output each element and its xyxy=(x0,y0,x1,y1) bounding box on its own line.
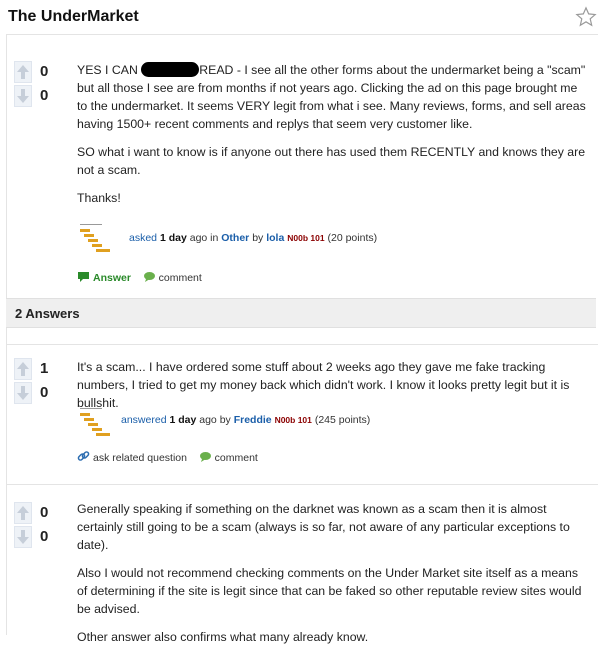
arrow-down-icon xyxy=(17,530,29,544)
comment-icon xyxy=(199,452,211,462)
meta-verb[interactable]: asked xyxy=(129,232,157,244)
redaction-mark xyxy=(141,62,200,77)
user-level-badge: N00b 101 xyxy=(274,415,312,425)
answer-body: Generally speaking if something on the d… xyxy=(77,500,591,656)
meta-user[interactable]: Freddie xyxy=(234,414,272,426)
page-title: The UnderMarket xyxy=(8,8,139,25)
answer-vote-box: 1 0 xyxy=(13,357,53,405)
answer-label: Answer xyxy=(93,272,131,284)
user-points: (20 points) xyxy=(327,232,378,244)
arrow-down-icon xyxy=(17,386,29,400)
comment-label: comment xyxy=(158,272,202,284)
answer-actions: ask related question comment xyxy=(77,450,258,464)
answer-paragraph: It's a scam... I have ordered some stuff… xyxy=(77,360,570,410)
upvote-count: 0 xyxy=(40,504,49,521)
question-paragraph: SO what i want to know is if anyone out … xyxy=(77,145,586,177)
ask-related-label: ask related question xyxy=(93,452,187,464)
answer-icon xyxy=(78,272,89,282)
answer-button[interactable]: Answer xyxy=(77,272,134,284)
vote-up-button[interactable] xyxy=(14,61,32,83)
answer-meta: answered 1 day ago by Freddie N00b 101 (… xyxy=(121,414,370,426)
arrow-down-icon xyxy=(17,89,29,103)
downvote-count: 0 xyxy=(40,384,49,401)
vote-down-button[interactable] xyxy=(14,526,32,548)
answer-vote-box: 0 0 xyxy=(13,501,53,549)
user-points: (245 points) xyxy=(314,414,371,426)
comment-button[interactable]: comment xyxy=(199,452,258,464)
downvote-count: 0 xyxy=(40,528,49,545)
comment-label: comment xyxy=(214,452,258,464)
user-level-badge: N00b 101 xyxy=(287,233,325,243)
link-icon xyxy=(77,451,90,461)
favorite-star-icon[interactable] xyxy=(575,6,597,28)
answer-paragraph: Also I would not recommend checking comm… xyxy=(77,566,582,616)
meta-by: by xyxy=(219,414,231,426)
ask-related-question-link[interactable]: ask related question xyxy=(77,451,190,464)
user-avatar[interactable] xyxy=(79,220,117,256)
question-title-bar: The UnderMarket xyxy=(0,0,604,34)
answers-count: 2 Answers xyxy=(15,306,80,321)
vote-up-button[interactable] xyxy=(14,358,32,380)
comment-icon xyxy=(143,272,155,282)
divider xyxy=(6,484,598,485)
question-text-start: YES I CAN xyxy=(77,63,138,77)
arrow-up-icon xyxy=(17,362,29,376)
question-actions: Answer comment xyxy=(77,271,202,284)
left-rule xyxy=(6,34,7,635)
upvote-count: 1 xyxy=(40,360,49,377)
divider xyxy=(6,344,598,345)
vote-down-button[interactable] xyxy=(14,85,32,107)
vote-down-button[interactable] xyxy=(14,382,32,404)
answer-paragraph: Generally speaking if something on the d… xyxy=(77,502,570,552)
answer-paragraph: Other answer also confirms what many alr… xyxy=(77,630,369,644)
meta-when: 1 day xyxy=(159,232,187,244)
arrow-up-icon xyxy=(17,506,29,520)
meta-ago: ago xyxy=(199,414,217,426)
meta-by: by xyxy=(252,232,264,244)
meta-category[interactable]: Other xyxy=(221,232,249,244)
comment-button[interactable]: comment xyxy=(143,272,202,284)
answer-body: It's a scam... I have ordered some stuff… xyxy=(77,358,591,422)
user-avatar[interactable] xyxy=(79,404,117,440)
meta-ago: ago in xyxy=(189,232,219,244)
meta-user[interactable]: lola xyxy=(266,232,284,244)
meta-verb[interactable]: answered xyxy=(121,414,167,426)
answers-header: 2 Answers xyxy=(6,298,596,328)
vote-up-button[interactable] xyxy=(14,502,32,524)
arrow-up-icon xyxy=(17,65,29,79)
divider xyxy=(6,34,598,35)
upvote-count: 0 xyxy=(40,63,49,80)
question-body: YES I CAN READ - I see all the other for… xyxy=(77,61,591,217)
question-paragraph: Thanks! xyxy=(77,191,121,205)
question-vote-box: 0 0 xyxy=(13,60,53,108)
question-meta: asked 1 day ago in Other by lola N00b 10… xyxy=(129,232,377,244)
downvote-count: 0 xyxy=(40,87,49,104)
meta-when: 1 day xyxy=(169,414,197,426)
